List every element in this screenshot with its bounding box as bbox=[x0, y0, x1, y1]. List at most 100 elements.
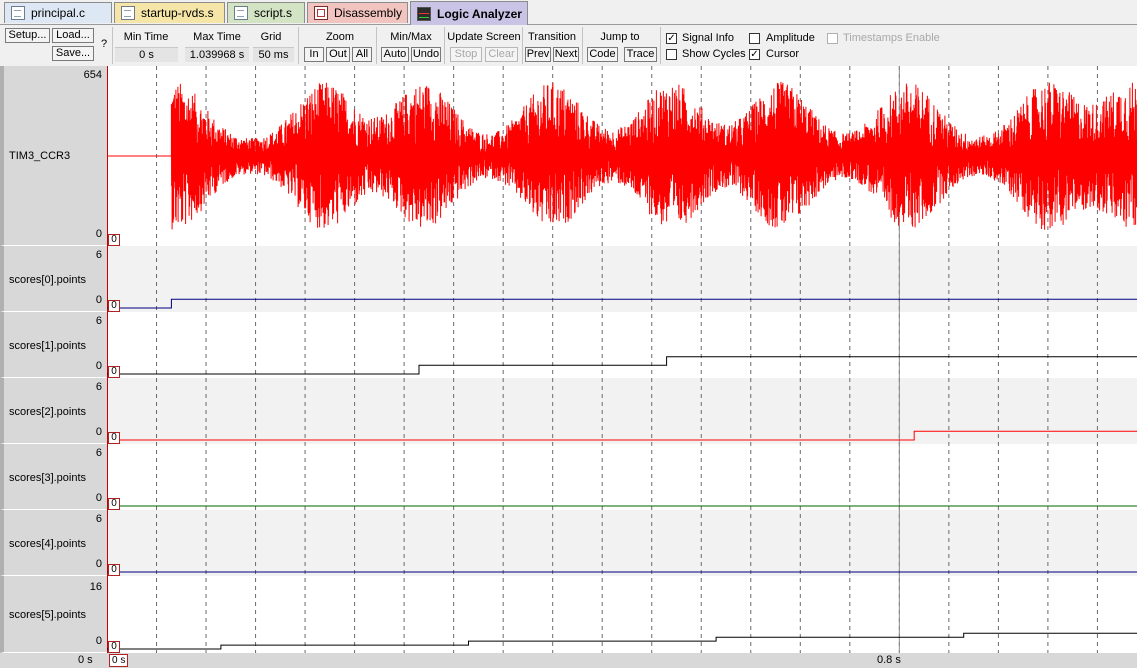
toolbar-separator bbox=[522, 27, 523, 64]
cursor-value-box: 0 bbox=[108, 564, 120, 576]
cursor-value-box: 0 bbox=[108, 366, 120, 378]
time-marker-label: 0.8 s bbox=[877, 654, 901, 666]
timestamps-enable-label: Timestamps Enable bbox=[843, 32, 940, 44]
signal-min-value: 0 bbox=[95, 426, 102, 438]
show-cycles-checkbox[interactable] bbox=[666, 49, 677, 60]
transition-label: Transition bbox=[528, 31, 576, 43]
transition-prev-button[interactable]: Prev bbox=[525, 47, 551, 62]
tab-label: principal.c bbox=[31, 6, 86, 20]
signal-row-label[interactable]: 16 scores[5].points 0 bbox=[0, 576, 107, 653]
toolbar-separator bbox=[298, 27, 299, 64]
signal-label-panel: 654 TIM3_CCR3 0 6 scores[0].points 0 6 s… bbox=[0, 66, 107, 653]
tab-label: startup-rvds.s bbox=[141, 6, 214, 20]
timestamps-enable-checkbox[interactable] bbox=[827, 33, 838, 44]
setup-button[interactable]: Setup... bbox=[5, 28, 50, 43]
load-button[interactable]: Load... bbox=[52, 28, 94, 43]
signal-name: scores[2].points bbox=[9, 406, 87, 418]
transition-next-button[interactable]: Next bbox=[553, 47, 579, 62]
signal-min-value: 0 bbox=[95, 492, 102, 504]
signal-row-label[interactable]: 654 TIM3_CCR3 0 bbox=[0, 66, 107, 246]
disassembly-icon bbox=[314, 6, 328, 20]
max-time-value: 1.039968 s bbox=[185, 47, 249, 62]
signal-row-band bbox=[107, 510, 1137, 576]
minmax-auto-button[interactable]: Auto bbox=[381, 47, 409, 62]
save-button[interactable]: Save... bbox=[52, 46, 94, 61]
toolbar-separator bbox=[112, 27, 113, 64]
cursor-value-box: 0 bbox=[108, 300, 120, 312]
amplitude-checkbox[interactable] bbox=[749, 33, 760, 44]
tab-label: Disassembly bbox=[334, 6, 403, 20]
signal-max-value: 6 bbox=[95, 513, 102, 525]
min-time-label: Min Time bbox=[123, 31, 169, 43]
zoom-out-button[interactable]: Out bbox=[326, 47, 350, 62]
signal-max-value: 6 bbox=[95, 315, 102, 327]
minmax-undo-button[interactable]: Undo bbox=[411, 47, 441, 62]
signal-name: scores[5].points bbox=[9, 609, 87, 621]
toolbar-separator bbox=[582, 27, 583, 64]
document-tab-bar: principal.c startup-rvds.s script.s Disa… bbox=[0, 0, 1137, 25]
c-file-icon bbox=[11, 6, 25, 20]
logic-analyzer-icon bbox=[417, 6, 431, 21]
update-stop-button[interactable]: Stop bbox=[450, 47, 482, 62]
signal-name: TIM3_CCR3 bbox=[9, 150, 71, 162]
signal-row-label[interactable]: 6 scores[2].points 0 bbox=[0, 378, 107, 444]
toolbar-separator bbox=[444, 27, 445, 64]
signal-row-label[interactable]: 6 scores[4].points 0 bbox=[0, 510, 107, 576]
amplitude-label: Amplitude bbox=[766, 32, 815, 44]
signal-max-value: 654 bbox=[83, 69, 102, 81]
min-time-value: 0 s bbox=[115, 47, 178, 62]
show-cycles-label: Show Cycles bbox=[682, 48, 746, 60]
signal-row-band bbox=[107, 378, 1137, 444]
signal-row-band bbox=[107, 246, 1137, 312]
tab-label: script.s bbox=[254, 6, 293, 20]
signal-name: scores[3].points bbox=[9, 472, 87, 484]
cursor-checkbox[interactable]: ✓ bbox=[749, 49, 760, 60]
signal-row-label[interactable]: 6 scores[1].points 0 bbox=[0, 312, 107, 378]
help-button[interactable]: ? bbox=[98, 38, 110, 51]
update-clear-button[interactable]: Clear bbox=[485, 47, 518, 62]
signal-row-label[interactable]: 6 scores[0].points 0 bbox=[0, 246, 107, 312]
tab-startup-rvds-s[interactable]: startup-rvds.s bbox=[114, 2, 225, 23]
script-file-icon bbox=[234, 6, 248, 20]
zoom-all-button[interactable]: All bbox=[352, 47, 372, 62]
waveform-plot[interactable] bbox=[107, 66, 1137, 653]
signal-name: scores[0].points bbox=[9, 274, 87, 286]
signal-min-value: 0 bbox=[95, 558, 102, 570]
update-screen-label: Update Screen bbox=[447, 31, 521, 43]
minmax-label: Min/Max bbox=[390, 31, 432, 43]
signal-name: scores[4].points bbox=[9, 538, 87, 550]
signal-min-value: 0 bbox=[95, 228, 102, 240]
signal-info-checkbox[interactable]: ✓ bbox=[666, 33, 677, 44]
tab-label: Logic Analyzer bbox=[437, 6, 522, 21]
asm-file-icon bbox=[121, 6, 135, 20]
cursor-value-box: 0 bbox=[108, 641, 120, 653]
cursor-value-box: 0 bbox=[108, 498, 120, 510]
signal-row-band bbox=[107, 444, 1137, 510]
cursor-value-box: 0 bbox=[108, 432, 120, 444]
signal-max-value: 6 bbox=[95, 249, 102, 261]
tab-principal-c[interactable]: principal.c bbox=[4, 2, 112, 23]
signal-max-value: 6 bbox=[95, 381, 102, 393]
signal-row-label[interactable]: 6 scores[3].points 0 bbox=[0, 444, 107, 510]
signal-min-value: 0 bbox=[95, 635, 102, 647]
tab-logic-analyzer[interactable]: Logic Analyzer bbox=[410, 1, 528, 25]
tab-script-s[interactable]: script.s bbox=[227, 2, 305, 23]
signal-min-value: 0 bbox=[95, 294, 102, 306]
jump-trace-button[interactable]: Trace bbox=[624, 47, 657, 62]
grid-value: 50 ms bbox=[253, 47, 294, 62]
signal-max-value: 6 bbox=[95, 447, 102, 459]
zoom-label: Zoom bbox=[325, 31, 355, 43]
cursor-time-box: 0 s bbox=[109, 654, 129, 667]
tab-disassembly[interactable]: Disassembly bbox=[307, 2, 408, 23]
zoom-in-button[interactable]: In bbox=[304, 47, 324, 62]
signal-info-label: Signal Info bbox=[682, 32, 734, 44]
time-axis-start: 0 s bbox=[78, 654, 93, 666]
grid-label: Grid bbox=[260, 31, 282, 43]
jump-code-button[interactable]: Code bbox=[587, 47, 618, 62]
time-axis-bar: 0 s 0 s 0.8 s bbox=[0, 653, 1137, 668]
toolbar-separator bbox=[376, 27, 377, 64]
toolbar-separator bbox=[660, 27, 661, 64]
cursor-label: Cursor bbox=[766, 48, 800, 60]
jump-to-label: Jump to bbox=[600, 31, 640, 43]
signal-min-value: 0 bbox=[95, 360, 102, 372]
